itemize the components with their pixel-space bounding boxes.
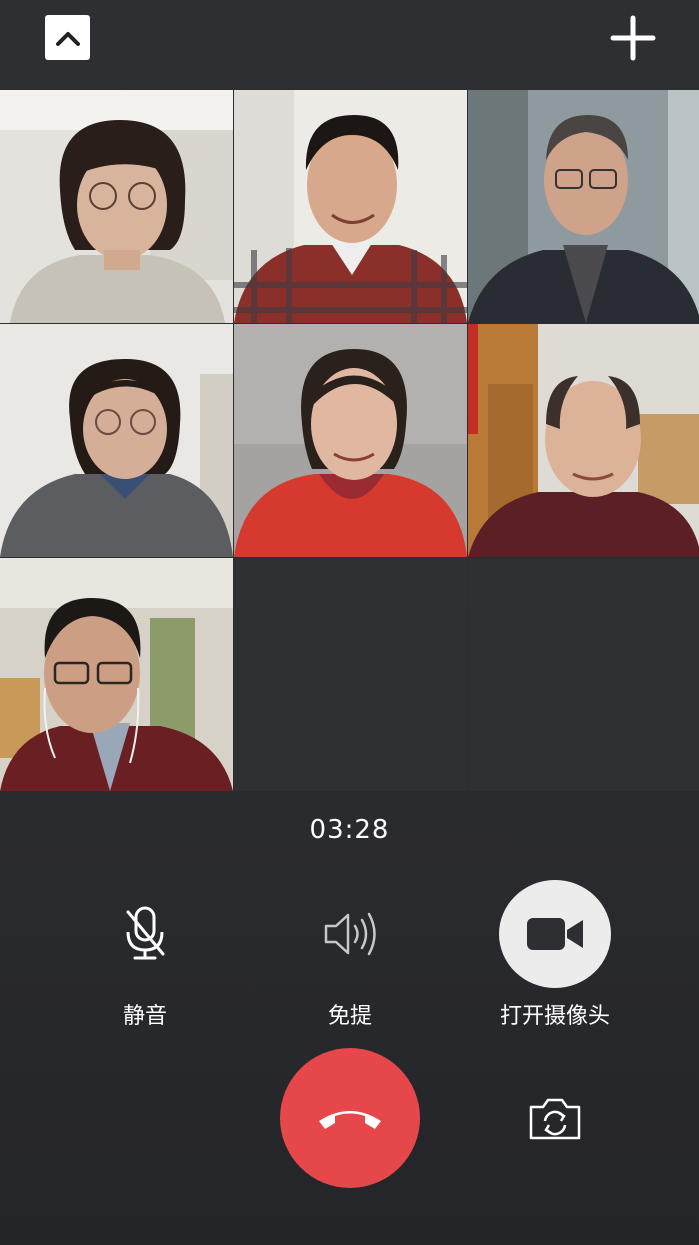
empty-slot [234,558,467,791]
top-bar [0,0,699,90]
camera-label: 打开摄像头 [499,1004,610,1029]
participant-video-1[interactable] [0,90,233,323]
camera-switch-icon [529,1098,581,1140]
phone-hangup-icon [319,1111,381,1129]
speaker-button[interactable]: 免提 [260,880,440,1030]
microphone-off-icon [126,906,165,960]
mute-button[interactable]: 静音 [55,880,235,1030]
hangup-button[interactable] [280,1048,420,1188]
collapse-button[interactable] [45,15,90,60]
video-call-screen: 03:28 静音 免提 打开摄像头 [0,0,699,1245]
speaker-icon [324,912,376,956]
participant-video-5[interactable] [234,324,467,557]
speaker-label: 免提 [327,1004,372,1029]
participant-video-6[interactable] [468,324,699,557]
call-timer: 03:28 [309,815,390,845]
participant-video-2[interactable] [234,90,467,323]
participant-video-3[interactable] [468,90,699,323]
mute-label: 静音 [122,1004,167,1029]
plus-icon [610,15,656,61]
chevron-up-icon [55,31,80,46]
camera-button[interactable]: 打开摄像头 [465,880,645,1030]
participant-grid [0,90,699,791]
switch-camera-button[interactable] [528,1095,582,1141]
add-participant-button[interactable] [610,15,656,61]
empty-slot [468,558,699,791]
participant-video-7[interactable] [0,558,233,791]
participant-video-4[interactable] [0,324,233,557]
video-camera-icon [527,918,583,950]
